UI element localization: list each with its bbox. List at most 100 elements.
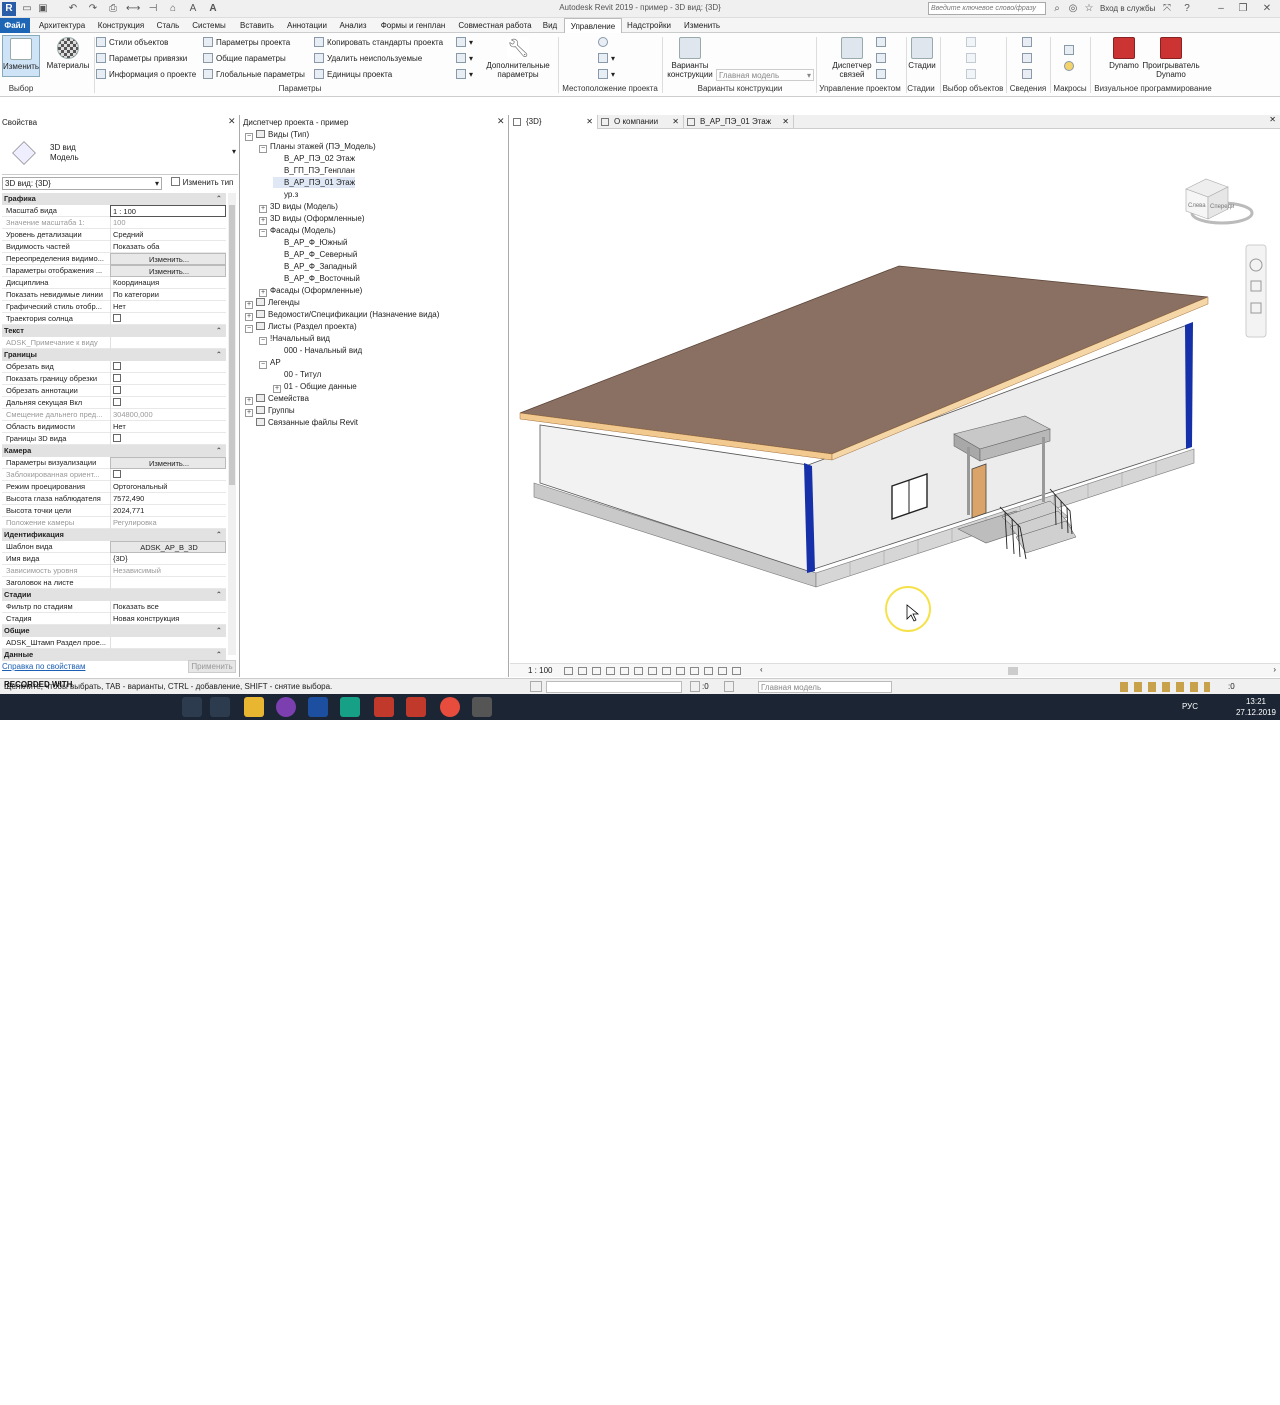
property-value[interactable]: Регулировка	[110, 517, 226, 529]
browser-node[interactable]: +3D виды (Оформленные)	[259, 213, 365, 225]
collapse-icon[interactable]: ⌃	[216, 445, 222, 457]
ids-button[interactable]	[1022, 37, 1035, 49]
tab-systems[interactable]: Системы	[188, 18, 230, 33]
app-icon[interactable]	[472, 697, 492, 717]
close-icon[interactable]: ✕	[1260, 2, 1274, 16]
browser-node[interactable]: +01 - Общие данные	[273, 381, 357, 393]
property-value[interactable]	[110, 313, 226, 325]
properties-scrollbar[interactable]	[228, 193, 236, 655]
browser-node[interactable]: Связанные файлы Revit	[245, 417, 358, 428]
property-value[interactable]: Изменить...	[110, 253, 226, 265]
view-tab-floor-plan[interactable]: В_АР_ПЭ_01 Этаж ✕	[684, 115, 794, 129]
dynamo-player-button[interactable]: Проигрыватель Dynamo	[1140, 35, 1202, 79]
language-indicator[interactable]: РУС	[1182, 702, 1198, 711]
3d-model-view[interactable]: Слева Спереди	[510, 129, 1280, 663]
view-tab-3d[interactable]: {3D} ✕	[510, 115, 598, 129]
collapse-icon[interactable]: ⌃	[216, 589, 222, 601]
property-category[interactable]: Стадии ⌃	[2, 589, 226, 601]
expand-icon[interactable]: +	[273, 385, 281, 393]
close-icon[interactable]: ✕	[228, 116, 236, 127]
star-icon[interactable]: ☆	[1082, 2, 1096, 16]
property-checkbox[interactable]	[113, 386, 121, 394]
chevron-right-icon[interactable]: ›	[1273, 665, 1276, 674]
view-scale[interactable]: 1 : 100	[528, 666, 552, 675]
tab-addins[interactable]: Надстройки	[624, 18, 674, 33]
browser-node[interactable]: − Листы (Раздел проекта)	[245, 321, 357, 333]
design-options-button[interactable]: Варианты конструкции	[666, 35, 714, 79]
panel-schedules-button[interactable]: ▾	[456, 69, 473, 81]
property-value[interactable]	[110, 373, 226, 385]
property-value[interactable]: {3D}	[110, 553, 226, 565]
close-icon[interactable]: ✕	[586, 115, 593, 129]
browser-node[interactable]: 00 - Титул	[273, 369, 321, 380]
position-button[interactable]: ▾	[598, 69, 615, 81]
collapse-icon[interactable]: ⌃	[216, 529, 222, 541]
browser-node[interactable]: 000 - Начальный вид	[273, 345, 362, 356]
browser-node[interactable]: В_АР_Ф_Северный	[273, 249, 357, 260]
project-info-button[interactable]: Информация о проекте	[96, 69, 196, 81]
property-value[interactable]: 2024,771	[110, 505, 226, 517]
type-selector[interactable]: 3D вид Модель ▾	[2, 131, 238, 175]
tab-modify[interactable]: Изменить	[680, 18, 724, 33]
tab-insert[interactable]: Вставить	[234, 18, 280, 33]
tab-massing[interactable]: Формы и генплан	[374, 18, 452, 33]
modify-button[interactable]: Изменить	[2, 35, 40, 77]
search-input[interactable]: Введите ключевое слово/фразу	[928, 2, 1046, 15]
browser-node[interactable]: − !Начальный вид	[259, 333, 330, 345]
expand-icon[interactable]: +	[259, 217, 267, 225]
help-icon[interactable]: ?	[1180, 2, 1194, 16]
apply-button[interactable]: Применить	[188, 660, 236, 673]
visual-style-icon[interactable]	[578, 667, 587, 675]
decal-types-button[interactable]	[876, 69, 889, 81]
exchange-icon[interactable]: ⤧	[1160, 2, 1174, 16]
property-value[interactable]: По категории	[110, 289, 226, 301]
tab-file[interactable]: Файл	[0, 18, 30, 33]
property-value[interactable]	[110, 577, 226, 589]
expand-icon[interactable]: +	[259, 205, 267, 213]
property-value[interactable]: Показать оба	[110, 241, 226, 253]
property-value[interactable]: 304800,000	[110, 409, 226, 421]
collapse-icon[interactable]: −	[259, 337, 267, 345]
editable-only-icon[interactable]	[690, 681, 700, 692]
maximize-icon[interactable]: ❐	[1236, 2, 1250, 16]
tab-collaborate[interactable]: Совместная работа	[454, 18, 536, 33]
pdf-icon[interactable]	[406, 697, 426, 717]
location-button[interactable]	[598, 37, 611, 49]
shared-params-button[interactable]: Общие параметры	[203, 53, 286, 65]
property-category[interactable]: Идентификация ⌃	[2, 529, 226, 541]
render-icon[interactable]	[620, 667, 629, 675]
collapse-icon[interactable]: ⌃	[216, 193, 222, 205]
tab-analyze[interactable]: Анализ	[336, 18, 370, 33]
property-value[interactable]: Изменить...	[110, 457, 226, 469]
chevron-left-icon[interactable]: ‹	[760, 665, 763, 674]
snaps-button[interactable]: Параметры привязки	[96, 53, 187, 65]
property-value[interactable]: Координация	[110, 277, 226, 289]
property-value[interactable]	[110, 361, 226, 373]
property-value[interactable]	[110, 337, 226, 349]
starting-view-button[interactable]	[876, 37, 889, 49]
lock-view-icon[interactable]	[662, 667, 671, 675]
view-cube[interactable]: Слева Спереди	[1185, 178, 1254, 225]
selection-filters-icons[interactable]	[1120, 682, 1210, 692]
additional-settings-button[interactable]: 🔧︎ Дополнительные параметры	[482, 35, 554, 79]
browser-node[interactable]: В_АР_ПЭ_01 Этаж	[273, 177, 356, 188]
property-value[interactable]: Ортогональный	[110, 481, 226, 493]
browser-node[interactable]: + Ведомости/Спецификации (Назначение вида…	[245, 309, 439, 321]
collapse-icon[interactable]: −	[259, 145, 267, 153]
property-value[interactable]: ADSK_АР_В_3D	[110, 541, 226, 553]
expand-icon[interactable]: +	[245, 301, 253, 309]
highlight-icon[interactable]	[732, 667, 741, 675]
property-value[interactable]	[110, 469, 226, 481]
expand-icon[interactable]: +	[245, 397, 253, 405]
browser-node[interactable]: + Легенды	[245, 297, 300, 309]
project-units-button[interactable]: Единицы проекта	[314, 69, 392, 81]
minimize-icon[interactable]: –	[1214, 2, 1228, 16]
property-category[interactable]: Текст ⌃	[2, 325, 226, 337]
close-icon[interactable]: ✕	[497, 116, 505, 127]
close-icon[interactable]: ✕	[672, 115, 679, 129]
structural-settings-button[interactable]: ▾	[456, 37, 473, 49]
browser-node[interactable]: + Группы	[245, 405, 295, 417]
warnings-button[interactable]	[1022, 53, 1035, 65]
property-value[interactable]: Нет	[110, 421, 226, 433]
main-model-dropdown[interactable]: Главная модель ▾	[716, 69, 814, 81]
